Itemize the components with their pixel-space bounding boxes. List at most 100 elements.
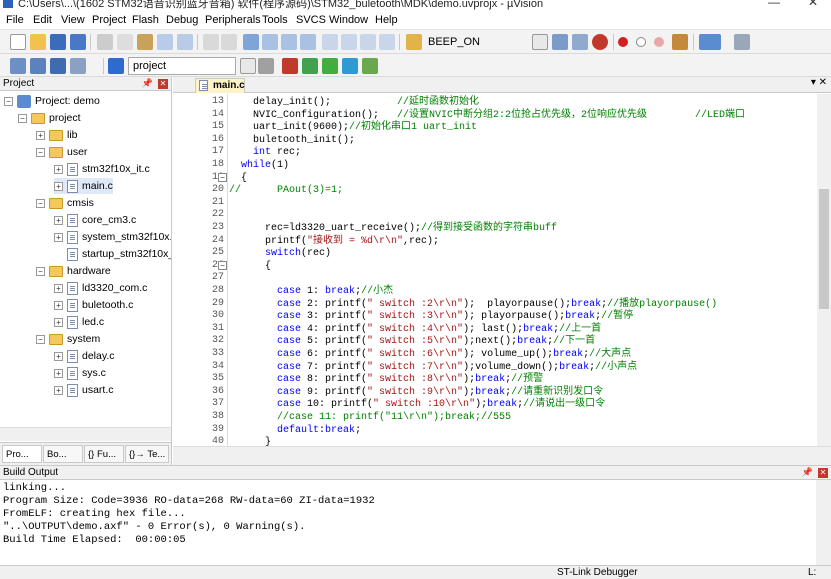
tab-project[interactable]: Pro... xyxy=(2,445,42,463)
close-button[interactable]: ✕ xyxy=(808,0,818,9)
menu-tools[interactable]: Tools xyxy=(262,14,288,26)
tree-group-hardware[interactable]: − hardware xyxy=(36,263,111,279)
menu-project[interactable]: Project xyxy=(92,14,126,26)
tree-group-user[interactable]: − user xyxy=(36,144,87,160)
tab-books[interactable]: Bo... xyxy=(43,445,83,463)
menu-window[interactable]: Window xyxy=(329,14,368,26)
tree-group-lib[interactable]: + lib xyxy=(36,127,78,143)
bookmark-icon[interactable] xyxy=(243,34,259,50)
collapse-icon[interactable]: − xyxy=(36,334,45,344)
uncomment-icon[interactable] xyxy=(379,34,395,50)
build-icon[interactable] xyxy=(30,58,46,74)
menu-peripherals[interactable]: Peripherals xyxy=(205,14,261,26)
collapse-icon[interactable]: − xyxy=(36,266,45,276)
cut-icon[interactable] xyxy=(97,34,113,50)
manage-components-icon[interactable] xyxy=(282,58,298,74)
find-in-files-icon[interactable] xyxy=(406,34,422,50)
collapse-icon[interactable]: − xyxy=(18,113,27,123)
save-all-icon[interactable] xyxy=(70,34,86,50)
target-dropdown-icon[interactable] xyxy=(240,58,256,74)
collapse-icon[interactable]: − xyxy=(36,198,45,208)
expand-icon[interactable]: + xyxy=(54,351,63,361)
undo-icon[interactable] xyxy=(157,34,173,50)
close-tab-icon[interactable]: ▾ ✕ xyxy=(811,77,827,88)
expand-icon[interactable]: + xyxy=(54,283,63,293)
editor-hscrollbar[interactable] xyxy=(173,446,831,465)
tree-file-sys[interactable]: + sys.c xyxy=(54,365,106,381)
pin-icon[interactable]: 📌 xyxy=(142,77,153,90)
collapse-icon[interactable]: − xyxy=(4,96,13,106)
pin-icon[interactable]: 📌 xyxy=(802,466,813,479)
incremental-find-icon[interactable] xyxy=(572,34,588,50)
clear-bookmarks-icon[interactable] xyxy=(300,34,316,50)
save-icon[interactable] xyxy=(50,34,66,50)
tab-templates[interactable]: {}→ Te... xyxy=(125,445,169,463)
rebuild-icon[interactable] xyxy=(50,58,66,74)
editor-vscrollbar[interactable] xyxy=(817,94,831,446)
find-dropdown-icon[interactable] xyxy=(532,34,548,50)
redo-icon[interactable] xyxy=(177,34,193,50)
debug-icon[interactable] xyxy=(592,34,608,50)
minimize-button[interactable]: — xyxy=(768,0,780,9)
copy-icon[interactable] xyxy=(117,34,133,50)
expand-icon[interactable]: + xyxy=(54,232,63,242)
find-value[interactable]: BEEP_ON xyxy=(428,36,480,48)
tree-file-led[interactable]: + led.c xyxy=(54,314,104,330)
disable-breakpoint-icon[interactable] xyxy=(636,37,646,47)
target-options-icon[interactable] xyxy=(258,58,274,74)
menu-help[interactable]: Help xyxy=(375,14,398,26)
packs-update-icon[interactable] xyxy=(362,58,378,74)
menu-svcs[interactable]: SVCS xyxy=(296,14,326,26)
window-layout-icon[interactable] xyxy=(699,34,721,50)
translate-icon[interactable] xyxy=(10,58,26,74)
menu-edit[interactable]: Edit xyxy=(33,14,52,26)
build-vscrollbar[interactable] xyxy=(816,480,831,566)
kill-breakpoints-icon[interactable] xyxy=(654,37,664,47)
tree-file-usart[interactable]: + usart.c xyxy=(54,382,114,398)
close-pane-icon[interactable]: ✕ xyxy=(158,79,168,89)
comment-icon[interactable] xyxy=(360,34,376,50)
expand-icon[interactable]: + xyxy=(36,130,45,140)
insert-breakpoint-icon[interactable] xyxy=(672,34,688,50)
menu-view[interactable]: View xyxy=(61,14,85,26)
breakpoint-icon[interactable] xyxy=(618,37,628,47)
next-bookmark-icon[interactable] xyxy=(281,34,297,50)
target-select[interactable]: project xyxy=(128,57,236,75)
close-pane-icon[interactable]: ✕ xyxy=(818,468,828,478)
menu-flash[interactable]: Flash xyxy=(132,14,159,26)
configure-icon[interactable] xyxy=(734,34,750,50)
indent-icon[interactable] xyxy=(322,34,338,50)
manage-rte-icon[interactable] xyxy=(322,58,338,74)
tree-root[interactable]: − Project: demo xyxy=(4,93,100,109)
tree-file-buletooth[interactable]: + buletooth.c xyxy=(54,297,133,313)
code-area[interactable]: delay_init(); //延时函数初始化 NVIC_Configurati… xyxy=(229,94,817,446)
prev-bookmark-icon[interactable] xyxy=(262,34,278,50)
tree-file-ld3320[interactable]: + ld3320_com.c xyxy=(54,280,147,296)
tree-group-system[interactable]: − system xyxy=(36,331,100,347)
tree-file-delay[interactable]: + delay.c xyxy=(54,348,115,364)
tree-file-stm32f10x-it[interactable]: + stm32f10x_it.c xyxy=(54,161,150,177)
expand-icon[interactable]: + xyxy=(54,164,63,174)
tab-functions[interactable]: {} Fu... xyxy=(84,445,124,463)
pack-installer-icon[interactable] xyxy=(342,58,358,74)
tree-group-cmsis[interactable]: − cmsis xyxy=(36,195,94,211)
editor-tab-main[interactable]: main.c xyxy=(195,78,245,93)
expand-icon[interactable]: + xyxy=(54,385,63,395)
menu-debug[interactable]: Debug xyxy=(166,14,198,26)
expand-icon[interactable]: + xyxy=(54,317,63,327)
new-file-icon[interactable] xyxy=(10,34,26,50)
expand-icon[interactable]: + xyxy=(54,368,63,378)
select-packs-icon[interactable] xyxy=(302,58,318,74)
expand-icon[interactable]: + xyxy=(54,300,63,310)
project-hscrollbar[interactable] xyxy=(0,427,171,441)
tree-file-core-cm3[interactable]: + core_cm3.c xyxy=(54,212,136,228)
tree-file-main[interactable]: + main.c xyxy=(54,178,113,194)
menu-file[interactable]: File xyxy=(6,14,24,26)
expand-icon[interactable]: + xyxy=(54,215,63,225)
expand-icon[interactable]: + xyxy=(54,181,63,191)
paste-icon[interactable] xyxy=(137,34,153,50)
download-icon[interactable] xyxy=(108,58,124,74)
fold-marker-icon[interactable]: − xyxy=(218,260,227,270)
tree-file-startup[interactable]: startup_stm32f10x_md.s xyxy=(67,246,171,262)
scroll-thumb[interactable] xyxy=(819,189,829,309)
